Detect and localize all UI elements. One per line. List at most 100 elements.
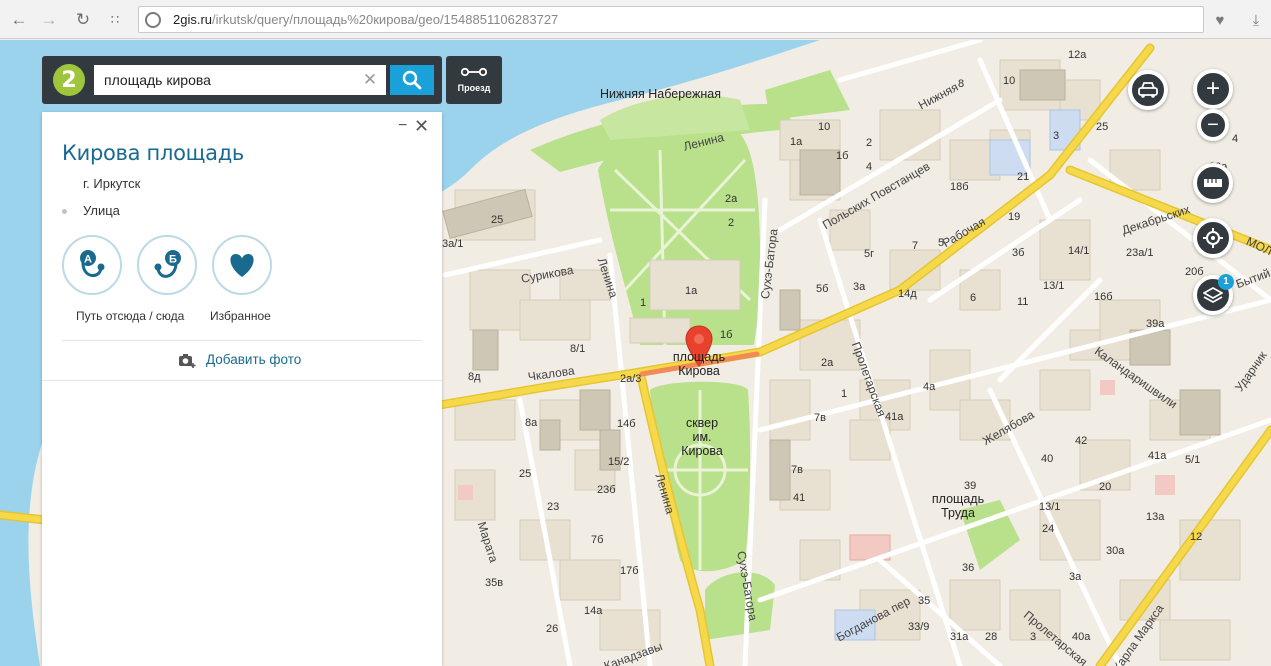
house-number-label: 41: [793, 492, 806, 504]
favorite-button[interactable]: [212, 235, 272, 295]
apps-grid-icon[interactable]: ∷: [104, 9, 126, 31]
house-number-label: 1б: [720, 329, 733, 341]
ruler-button[interactable]: [1193, 163, 1233, 203]
house-number-label: 10: [818, 121, 831, 133]
route-button[interactable]: Проезд: [446, 56, 502, 104]
svg-text:Б: Б: [169, 254, 177, 266]
house-number-label: 23а/1: [1126, 247, 1154, 259]
house-number-label: 35: [918, 595, 931, 607]
house-number-label: 7б: [591, 534, 604, 546]
house-number-label: 2а: [725, 193, 738, 205]
plus-icon: +: [1205, 75, 1220, 102]
house-number-label: 10: [1003, 75, 1016, 87]
bullet-icon: [62, 209, 67, 214]
house-number-label: 36: [962, 562, 975, 574]
heart-bookmark-icon[interactable]: ♥: [1209, 9, 1231, 31]
marker-label: площадь Кирова: [672, 350, 726, 378]
heart-icon: [230, 253, 254, 277]
house-number-label: 12: [1190, 531, 1203, 543]
house-number-label: 41а: [885, 411, 904, 423]
clear-search-icon[interactable]: ✕: [360, 69, 380, 91]
house-number-label: 4: [866, 161, 873, 173]
house-number-label: 14д: [898, 288, 917, 300]
house-number-label: 3б: [1012, 247, 1025, 259]
search-icon: [402, 70, 422, 90]
house-number-label: 3: [1053, 130, 1060, 142]
search-panel: 2 ✕: [42, 56, 442, 104]
house-number-label: 21: [1017, 171, 1030, 183]
house-number-label: 1б: [836, 150, 849, 162]
house-number-label: 13/1: [1043, 280, 1065, 292]
house-number-label: 16б: [1094, 291, 1113, 303]
crosshair-icon: [1203, 228, 1223, 248]
route-b-icon: Б: [154, 250, 181, 278]
place-label-skver: сквер им. Кирова: [681, 416, 723, 458]
house-number-label: 18б: [950, 181, 969, 193]
route-a-icon: А: [80, 250, 105, 277]
house-number-label: 1а: [790, 136, 803, 148]
house-number-label: 17б: [620, 565, 639, 577]
forward-icon[interactable]: →: [38, 9, 60, 31]
divider: [42, 380, 442, 381]
search-input[interactable]: [94, 65, 386, 95]
house-number-label: 14/1: [1068, 245, 1090, 257]
place-title: Кирова площадь: [62, 141, 245, 165]
house-number-label: 23: [547, 501, 560, 513]
ruler-icon: [1204, 179, 1222, 187]
house-number-label: 39а: [1146, 318, 1165, 330]
house-number-label: 11: [1017, 296, 1029, 308]
house-number-label: 42: [1075, 435, 1088, 447]
house-number-label: 5б: [816, 283, 829, 295]
minimize-icon[interactable]: −: [398, 118, 412, 134]
route-to-button[interactable]: Б: [137, 235, 197, 295]
download-icon[interactable]: ⤓: [1245, 9, 1267, 31]
house-number-label: 30а: [1106, 545, 1125, 557]
route-from-button[interactable]: А: [62, 235, 122, 295]
house-number-label: 14б: [617, 418, 636, 430]
house-number-label: 1: [841, 388, 848, 400]
house-number-label: 12а: [1068, 49, 1087, 61]
layers-icon: [1203, 287, 1223, 303]
house-number-label: 24: [1042, 523, 1055, 535]
house-number-label: 8/1: [570, 343, 586, 355]
reload-icon[interactable]: ↻: [72, 9, 94, 31]
house-number-label: 7в: [814, 412, 826, 424]
house-number-label: 15/2: [608, 456, 630, 468]
svg-text:А: А: [84, 254, 92, 266]
house-number-label: 2а/3: [620, 373, 642, 385]
add-photo-link[interactable]: Добавить фото: [206, 352, 301, 367]
house-number-label: 7: [912, 240, 919, 252]
search-button[interactable]: [390, 65, 434, 95]
browser-toolbar: ← → ↻ ∷ 2gis.ru/irkutsk/query/площадь%20…: [0, 0, 1271, 39]
house-number-label: 40: [1041, 453, 1054, 465]
house-number-label: 35в: [485, 577, 504, 589]
locate-me-button[interactable]: [1193, 218, 1233, 258]
house-number-label: 8д: [468, 371, 481, 383]
house-number-label: 33/9: [908, 621, 930, 633]
house-number-label: 3а: [853, 281, 866, 293]
address-bar[interactable]: 2gis.ru/irkutsk/query/площадь%20кирова/g…: [138, 6, 1204, 33]
zoom-out-button[interactable]: −: [1197, 109, 1229, 141]
close-icon[interactable]: ✕: [414, 117, 430, 135]
house-number-label: 41а: [1148, 450, 1167, 462]
place-city: г. Иркутск: [83, 176, 141, 191]
house-number-label: 4: [1232, 133, 1239, 145]
house-number-label: 39: [964, 480, 977, 492]
house-number-label: 25: [519, 468, 532, 480]
house-number-label: 26: [546, 623, 559, 635]
traffic-button[interactable]: [1128, 70, 1168, 110]
house-number-label: 31а: [950, 631, 969, 643]
house-number-label: 5: [938, 237, 945, 249]
house-number-label: 40а: [1072, 631, 1091, 643]
add-photo-camera-icon: [179, 354, 196, 368]
2gis-logo[interactable]: 2: [53, 64, 85, 96]
back-icon[interactable]: ←: [8, 9, 30, 31]
house-number-label: 4а: [923, 381, 936, 393]
house-number-label: 5г: [864, 248, 875, 260]
house-number-label: 8а: [525, 417, 538, 429]
car-icon: [1138, 82, 1158, 98]
house-number-label: 25: [1096, 121, 1109, 133]
house-number-label: 20: [1099, 481, 1112, 493]
layers-count-badge: 1: [1218, 274, 1234, 290]
zoom-in-button[interactable]: +: [1193, 69, 1233, 109]
